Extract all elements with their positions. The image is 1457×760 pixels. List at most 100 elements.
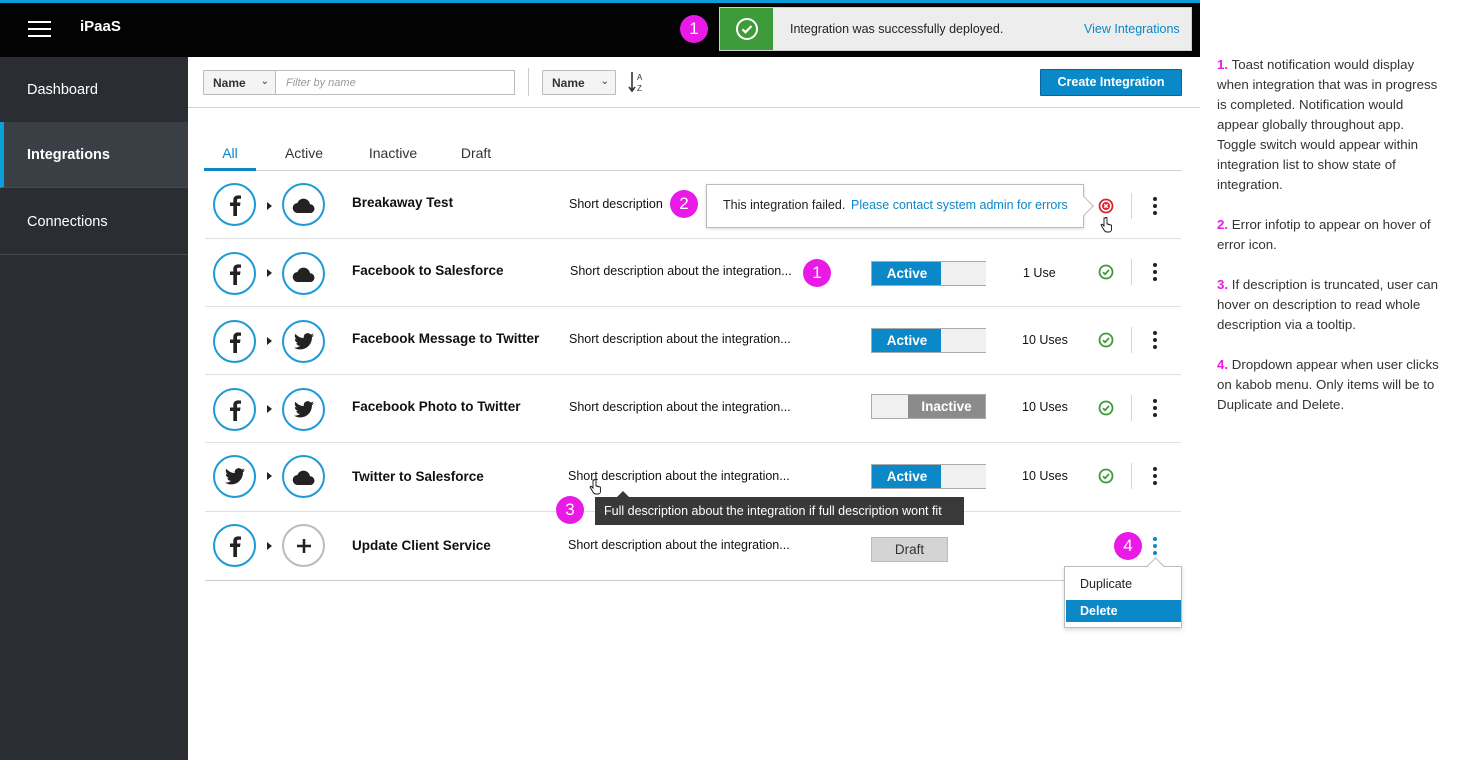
note-text: If description is truncated, user can ho… (1217, 277, 1439, 332)
filter-field-select[interactable]: Name ⌄ (203, 70, 276, 95)
filter-input[interactable]: Filter by name (276, 70, 515, 95)
tab-draft[interactable]: Draft (456, 145, 496, 171)
kebab-icon[interactable] (1152, 263, 1158, 281)
integration-description[interactable]: Short description (569, 197, 663, 211)
error-message: This integration failed. (723, 198, 846, 212)
integration-row[interactable]: Facebook Photo to Twitter Short descript… (205, 375, 1181, 443)
integration-row[interactable]: Facebook Message to Twitter Short descri… (205, 307, 1181, 375)
expand-caret-icon[interactable] (267, 202, 272, 210)
twitter-icon (282, 320, 325, 363)
kebab-icon[interactable] (1152, 399, 1158, 417)
toggle-state-label: Inactive (908, 395, 985, 418)
usage-count: 10 Uses (1022, 333, 1068, 347)
status-tabs: All Active Inactive Draft (204, 140, 1182, 171)
view-integrations-link[interactable]: View Integrations (1084, 22, 1180, 36)
annotation-note: 1. Toast notification would display when… (1217, 55, 1442, 195)
kebab-icon[interactable] (1152, 331, 1158, 349)
twitter-icon (213, 455, 256, 498)
toggle-state-label: Active (872, 262, 942, 285)
kebab-dropdown-menu: Duplicate Delete (1064, 566, 1182, 628)
filter-field-select-value: Name (213, 76, 246, 90)
sidebar-item-dashboard[interactable]: Dashboard (0, 57, 188, 123)
integration-name[interactable]: Facebook Message to Twitter (352, 331, 539, 346)
integration-description[interactable]: Short description about the integration.… (570, 264, 792, 278)
sidebar-item-integrations[interactable]: Integrations (0, 122, 188, 188)
expand-caret-icon[interactable] (267, 405, 272, 413)
annotation-badge: 4 (1114, 532, 1142, 560)
integration-name[interactable]: Update Client Service (352, 538, 491, 553)
create-integration-button[interactable]: Create Integration (1040, 69, 1182, 96)
toast-notification: Integration was successfully deployed. V… (719, 7, 1192, 51)
note-number: 4. (1217, 357, 1229, 372)
kebab-icon[interactable] (1152, 537, 1158, 555)
toggle-knob (872, 395, 908, 418)
toolbar-divider (528, 68, 529, 96)
sort-field-select-value: Name (552, 76, 585, 90)
note-text: Dropdown appear when user clicks on kabo… (1217, 357, 1439, 412)
toggle-state-label: Active (872, 329, 942, 352)
integration-toggle[interactable]: Active (871, 464, 986, 489)
duplicate-menu-item[interactable]: Duplicate (1066, 573, 1181, 595)
annotation-note: 3. If description is truncated, user can… (1217, 275, 1442, 335)
integration-description[interactable]: Short description about the integration.… (569, 332, 791, 346)
integration-description[interactable]: Short description about the integration.… (568, 469, 790, 483)
check-circle-icon (1098, 468, 1114, 484)
plus-icon[interactable] (282, 524, 325, 567)
integration-name[interactable]: Facebook Photo to Twitter (352, 399, 521, 414)
check-circle-icon (720, 8, 773, 50)
sidebar-item-connections[interactable]: Connections (0, 189, 188, 255)
hand-cursor-icon (1100, 216, 1112, 233)
tab-inactive[interactable]: Inactive (364, 145, 422, 171)
annotation-note: 2. Error infotip to appear on hover of e… (1217, 215, 1442, 255)
cloud-icon (282, 252, 325, 295)
expand-caret-icon[interactable] (267, 542, 272, 550)
expand-caret-icon[interactable] (267, 269, 272, 277)
integration-name[interactable]: Breakaway Test (352, 195, 453, 210)
toast-message: Integration was successfully deployed. (790, 22, 1004, 36)
tab-all[interactable]: All (204, 145, 256, 171)
hamburger-icon[interactable] (28, 20, 51, 38)
integration-row[interactable]: Facebook to Salesforce Short description… (205, 239, 1181, 307)
delete-menu-item[interactable]: Delete (1066, 600, 1181, 622)
integration-toggle[interactable]: Active (871, 261, 986, 286)
error-infotip: This integration failed. Please contact … (706, 184, 1094, 228)
annotation-notes-panel: 1. Toast notification would display when… (1200, 0, 1457, 760)
annotation-badge: 1 (803, 259, 831, 287)
chevron-down-icon: ⌄ (600, 76, 609, 87)
integration-name[interactable]: Twitter to Salesforce (352, 469, 484, 484)
note-number: 3. (1217, 277, 1229, 292)
integration-description[interactable]: Short description about the integration.… (569, 400, 791, 414)
facebook-icon (213, 320, 256, 363)
kebab-icon[interactable] (1152, 197, 1158, 215)
toggle-knob (941, 465, 986, 488)
chevron-down-icon: ⌄ (260, 76, 269, 87)
error-circle-icon[interactable] (1098, 198, 1114, 214)
cloud-icon (282, 455, 325, 498)
usage-count: 1 Use (1023, 266, 1056, 280)
check-circle-icon (1098, 400, 1114, 416)
contact-admin-link[interactable]: Please contact system admin for errors (851, 198, 1068, 212)
draft-badge: Draft (871, 537, 948, 562)
toggle-state-label: Active (872, 465, 942, 488)
app-window: iPaaS Dashboard Integrations Connections… (0, 0, 1200, 760)
filter-toolbar: Name ⌄ Filter by name Name ⌄ AZ Create I… (188, 57, 1200, 108)
integration-description[interactable]: Short description about the integration.… (568, 538, 790, 552)
facebook-icon (213, 252, 256, 295)
integration-toggle[interactable]: Inactive (871, 394, 986, 419)
sidebar: Dashboard Integrations Connections (0, 57, 188, 760)
row-divider (1131, 327, 1132, 353)
kebab-icon[interactable] (1152, 467, 1158, 485)
integration-toggle[interactable]: Active (871, 328, 986, 353)
sort-field-select[interactable]: Name ⌄ (542, 70, 616, 95)
note-number: 2. (1217, 217, 1229, 232)
expand-caret-icon[interactable] (267, 337, 272, 345)
note-number: 1. (1217, 57, 1229, 72)
sort-alpha-icon[interactable]: AZ (628, 71, 646, 94)
tab-active[interactable]: Active (279, 145, 329, 171)
note-text: Toast notification would display when in… (1217, 57, 1438, 192)
integration-name[interactable]: Facebook to Salesforce (352, 263, 504, 278)
svg-text:Z: Z (637, 84, 642, 93)
facebook-icon (213, 388, 256, 431)
expand-caret-icon[interactable] (267, 472, 272, 480)
toggle-knob (941, 262, 986, 285)
